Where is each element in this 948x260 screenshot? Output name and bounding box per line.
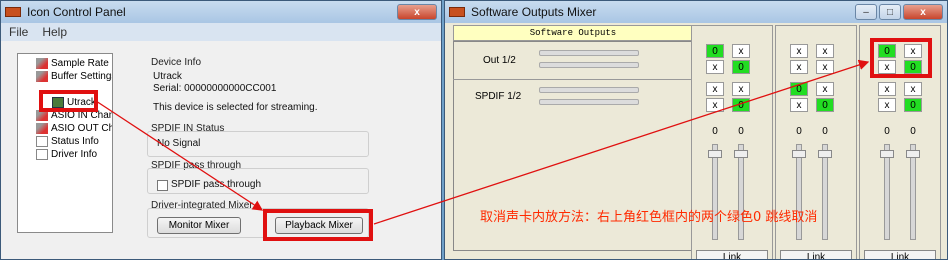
document-icon [36, 136, 48, 147]
fader-knob[interactable] [880, 150, 894, 158]
spdif-in-status: No Signal [157, 138, 201, 149]
green-zero-highlight-box [870, 38, 932, 78]
volume-fader[interactable] [910, 144, 916, 240]
route-cell[interactable]: 0 [790, 82, 808, 96]
route-cell[interactable]: x [706, 82, 724, 96]
level-readout: 0 [796, 126, 802, 137]
volume-fader[interactable] [822, 144, 828, 240]
settings-tree[interactable]: Sample Rate Buffer Settings Utrack ASIO … [17, 53, 113, 233]
software-outputs-header: Software Outputs [453, 25, 693, 41]
volume-fader[interactable] [738, 144, 744, 240]
icp-title: Icon Control Panel [27, 5, 126, 19]
fader-knob[interactable] [818, 150, 832, 158]
mixer-title: Software Outputs Mixer [471, 5, 597, 19]
fader-knob[interactable] [906, 150, 920, 158]
row-out-1-2: Out 1/2 [483, 55, 516, 66]
minimize-button[interactable]: – [855, 4, 877, 20]
link-button[interactable]: Link [780, 250, 852, 259]
tools-icon [36, 58, 48, 69]
route-cell[interactable]: x [878, 98, 896, 112]
route-cell[interactable]: 0 [816, 98, 834, 112]
route-cell[interactable]: 0 [732, 98, 750, 112]
utrack-highlight-box [39, 90, 98, 112]
level-readout: 0 [822, 126, 828, 137]
volume-fader[interactable] [796, 144, 802, 240]
route-cell[interactable]: x [816, 44, 834, 58]
route-cell[interactable]: x [706, 98, 724, 112]
spdif-pass-checkbox[interactable] [157, 180, 168, 191]
route-cell[interactable]: x [732, 82, 750, 96]
tools-icon [36, 71, 48, 82]
icon-control-panel-window: Icon Control Panel x File Help Sample Ra… [0, 0, 442, 260]
icp-titlebar[interactable]: Icon Control Panel x [1, 1, 441, 23]
link-button[interactable]: Link [696, 250, 768, 259]
level-readout: 0 [738, 126, 744, 137]
icp-content: Sample Rate Buffer Settings Utrack ASIO … [1, 41, 441, 259]
icp-menubar: File Help [1, 23, 441, 41]
route-cell[interactable]: 0 [732, 60, 750, 74]
route-cell[interactable]: x [790, 98, 808, 112]
route-cell[interactable]: 0 [904, 98, 922, 112]
route-cell[interactable]: x [732, 44, 750, 58]
mixer-strip-3: 0 x x 0 x x x 0 0 0 Link [859, 25, 941, 259]
row-separator [453, 79, 693, 80]
fader-knob[interactable] [708, 150, 722, 158]
mixer-titlebar[interactable]: Software Outputs Mixer – □ x [445, 1, 947, 23]
route-cell[interactable]: 0 [706, 44, 724, 58]
level-meter [539, 50, 639, 56]
close-button[interactable]: x [397, 4, 437, 20]
route-cell[interactable]: x [790, 44, 808, 58]
streaming-note: This device is selected for streaming. [153, 102, 318, 113]
tree-item-status-info[interactable]: Status Info [36, 136, 99, 147]
route-cell[interactable]: x [790, 60, 808, 74]
document-icon [36, 149, 48, 160]
menu-help[interactable]: Help [42, 25, 67, 39]
close-button[interactable]: x [903, 4, 943, 20]
link-button[interactable]: Link [864, 250, 936, 259]
route-cell[interactable]: x [706, 60, 724, 74]
device-name: Utrack [153, 71, 182, 82]
menu-file[interactable]: File [9, 25, 28, 39]
tree-item-driver-info[interactable]: Driver Info [36, 149, 97, 160]
spdif-pass-checkbox-label: SPDIF pass through [171, 179, 262, 190]
row-spdif-1-2: SPDIF 1/2 [475, 91, 522, 102]
level-readout: 0 [910, 126, 916, 137]
device-serial: Serial: 00000000000CC001 [153, 83, 277, 94]
level-meter [539, 99, 639, 105]
maximize-button[interactable]: □ [879, 4, 901, 20]
level-readout: 0 [712, 126, 718, 137]
level-readout: 0 [884, 126, 890, 137]
route-cell[interactable]: x [816, 60, 834, 74]
tree-item-asio-out[interactable]: ASIO OUT Chan [36, 123, 112, 134]
tree-item-buffer-settings[interactable]: Buffer Settings [36, 71, 112, 82]
tree-item-sample-rate[interactable]: Sample Rate [36, 58, 109, 69]
device-info-label: Device Info [151, 57, 202, 68]
app-icon [449, 7, 465, 17]
app-icon [5, 7, 21, 17]
tools-icon [36, 123, 48, 134]
volume-fader[interactable] [712, 144, 718, 240]
fader-knob[interactable] [792, 150, 806, 158]
level-meter [539, 62, 639, 68]
annotation-text: 取消声卡内放方法：右上角红色框内的两个绿色0 跳线取消 [480, 210, 818, 225]
level-meter [539, 87, 639, 93]
volume-fader[interactable] [884, 144, 890, 240]
route-cell[interactable]: x [878, 82, 896, 96]
route-cell[interactable]: x [904, 82, 922, 96]
playback-mixer-highlight-box [263, 209, 373, 241]
fader-knob[interactable] [734, 150, 748, 158]
monitor-mixer-button[interactable]: Monitor Mixer [157, 217, 241, 234]
route-cell[interactable]: x [816, 82, 834, 96]
